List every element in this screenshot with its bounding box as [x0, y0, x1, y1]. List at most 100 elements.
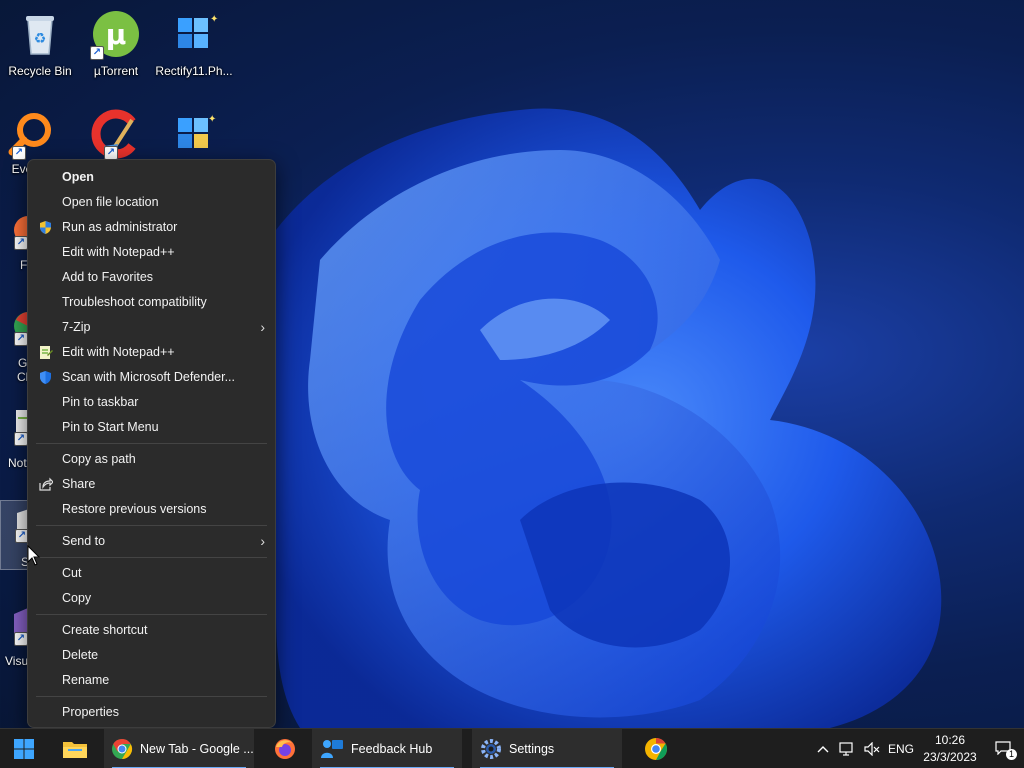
- shortcut-arrow-icon: ↗: [14, 432, 28, 446]
- menu-item-label: Rename: [62, 673, 110, 687]
- menu-item-label: Share: [62, 477, 96, 491]
- desktop-icon-notepad-plus-plus[interactable]: ↗ Not: [0, 406, 28, 470]
- desktop-icon-firefox[interactable]: ↗ F: [0, 210, 42, 272]
- taskbar-settings[interactable]: Settings: [472, 729, 622, 768]
- menu-item-label: Delete: [62, 648, 99, 662]
- shield-icon: [40, 221, 51, 234]
- menu-separator: [36, 557, 267, 558]
- menu-separator: [36, 525, 267, 526]
- rectify11-icon: ✦: [168, 8, 220, 60]
- volume-button[interactable]: [862, 729, 882, 768]
- taskbar-chrome-new-tab[interactable]: New Tab - Google ...: [104, 729, 254, 768]
- menu-item-label: Pin to Start Menu: [62, 420, 159, 434]
- share-icon: [39, 477, 53, 491]
- menu-item-create-shortcut[interactable]: Create shortcut: [28, 618, 275, 643]
- taskbar-item-label: Feedback Hub: [351, 742, 433, 756]
- menu-separator: [36, 696, 267, 697]
- everything-search-icon: ↗: [0, 108, 51, 160]
- taskbar-feedback-hub[interactable]: Feedback Hub: [312, 729, 462, 768]
- menu-item-label: Open: [62, 170, 94, 184]
- menu-item-label: Edit with Notepad++: [62, 345, 175, 359]
- menu-item-label: 7-Zip: [62, 320, 91, 334]
- recycle-bin-icon: ♻: [14, 8, 66, 60]
- menu-item-label: Pin to taskbar: [62, 395, 139, 409]
- menu-item-delete[interactable]: Delete: [28, 643, 275, 668]
- menu-item-label: Scan with Microsoft Defender...: [62, 370, 235, 384]
- chromium-icon: [645, 738, 667, 760]
- taskbar: New Tab - Google ... Feedback Hub Settin…: [0, 728, 1024, 768]
- menu-item-scan-with-defender[interactable]: Scan with Microsoft Defender...: [28, 365, 275, 390]
- menu-item-send-to[interactable]: Send to ›: [28, 529, 275, 554]
- chrome-icon: [112, 738, 133, 760]
- taskbar-firefox[interactable]: [264, 729, 306, 768]
- menu-item-open-file-location[interactable]: Open file location: [28, 190, 275, 215]
- desktop-icon-visual-studio[interactable]: ↗ Visu: [0, 606, 28, 670]
- taskbar-chromium[interactable]: [634, 729, 678, 768]
- desktop-icon-label: Rectify11.Ph...: [155, 64, 233, 78]
- desktop-icon-label: Not: [8, 456, 27, 470]
- menu-item-troubleshoot-compatibility[interactable]: Troubleshoot compatibility: [28, 290, 275, 315]
- start-button[interactable]: [4, 729, 44, 768]
- svg-text:✦: ✦: [210, 14, 218, 25]
- show-hidden-icons-button[interactable]: [814, 729, 832, 768]
- shortcut-arrow-icon: ↗: [12, 146, 26, 160]
- menu-item-copy[interactable]: Copy: [28, 586, 275, 611]
- menu-item-label: Run as administrator: [62, 220, 178, 234]
- network-icon: [839, 742, 853, 756]
- menu-item-run-as-administrator[interactable]: Run as administrator: [28, 215, 275, 240]
- menu-item-cut[interactable]: Cut: [28, 561, 275, 586]
- menu-item-share[interactable]: Share: [28, 472, 275, 497]
- menu-item-add-to-favorites[interactable]: Add to Favorites: [28, 265, 275, 290]
- menu-item-edit-with-notepad-plus-plus[interactable]: Edit with Notepad++: [28, 240, 275, 265]
- taskbar-item-label: New Tab - Google ...: [140, 742, 254, 756]
- mouse-cursor-icon: [27, 545, 41, 566]
- menu-item-label: Send to: [62, 534, 106, 548]
- menu-item-rename[interactable]: Rename: [28, 668, 275, 693]
- feedback-hub-icon: [321, 740, 343, 758]
- menu-separator: [36, 614, 267, 615]
- taskbar-item-label: Settings: [509, 742, 555, 756]
- desktop-icon-selected[interactable]: ↗ S: [0, 500, 29, 570]
- desktop-icon-label: Recycle Bin: [8, 64, 72, 78]
- language-indicator[interactable]: ENG: [886, 729, 916, 768]
- menu-item-label: Copy: [62, 591, 92, 605]
- svg-text:µ: µ: [106, 18, 127, 51]
- ccleaner-icon: ↗: [90, 108, 142, 160]
- clock[interactable]: 10:26 23/3/2023: [918, 732, 982, 766]
- desktop-icon-utorrent[interactable]: µ ↗ µTorrent: [78, 4, 154, 94]
- defender-icon: [40, 371, 51, 384]
- desktop-icon-recycle-bin[interactable]: ♻ Recycle Bin: [2, 4, 78, 94]
- desktop-icon-label: Visu: [5, 654, 29, 668]
- menu-item-open[interactable]: Open: [28, 165, 275, 190]
- menu-item-label: Create shortcut: [62, 623, 148, 637]
- settings-gear-icon: [481, 739, 501, 759]
- notepad-plus-plus-icon: [40, 346, 53, 359]
- menu-item-pin-to-start-menu[interactable]: Pin to Start Menu: [28, 415, 275, 440]
- taskbar-file-explorer[interactable]: [54, 729, 96, 768]
- menu-item-label: Copy as path: [62, 452, 136, 466]
- menu-item-restore-previous-versions[interactable]: Restore previous versions: [28, 497, 275, 522]
- chevron-up-icon: [817, 746, 829, 753]
- notification-count-badge: 1: [1006, 749, 1017, 760]
- menu-item-properties[interactable]: Properties: [28, 700, 275, 725]
- menu-item-label: Restore previous versions: [62, 502, 207, 516]
- menu-item-pin-to-taskbar[interactable]: Pin to taskbar: [28, 390, 275, 415]
- shortcut-arrow-icon: ↗: [104, 146, 118, 160]
- menu-item-edit-with-notepad-plus-plus-2[interactable]: Edit with Notepad++: [28, 340, 275, 365]
- clock-time: 10:26: [934, 733, 966, 747]
- language-label: ENG: [887, 742, 914, 756]
- desktop-icon-chrome[interactable]: ↗ G Cl: [0, 306, 42, 386]
- desktop-icon-label: G: [18, 356, 28, 370]
- shortcut-arrow-icon: ↗: [14, 236, 28, 250]
- windows-tool-icon: ✦: [168, 108, 220, 160]
- menu-item-label: Properties: [62, 705, 119, 719]
- menu-item-7-zip[interactable]: 7-Zip ›: [28, 315, 275, 340]
- menu-item-copy-as-path[interactable]: Copy as path: [28, 447, 275, 472]
- menu-item-label: Cut: [62, 566, 82, 580]
- svg-text:✦: ✦: [208, 114, 216, 125]
- menu-item-label: Troubleshoot compatibility: [62, 295, 207, 309]
- desktop-icon-rectify11[interactable]: ✦ Rectify11.Ph...: [155, 4, 233, 94]
- notification-center-button[interactable]: 1: [990, 729, 1018, 768]
- network-button[interactable]: [838, 729, 856, 768]
- shortcut-arrow-icon: ↗: [90, 46, 104, 60]
